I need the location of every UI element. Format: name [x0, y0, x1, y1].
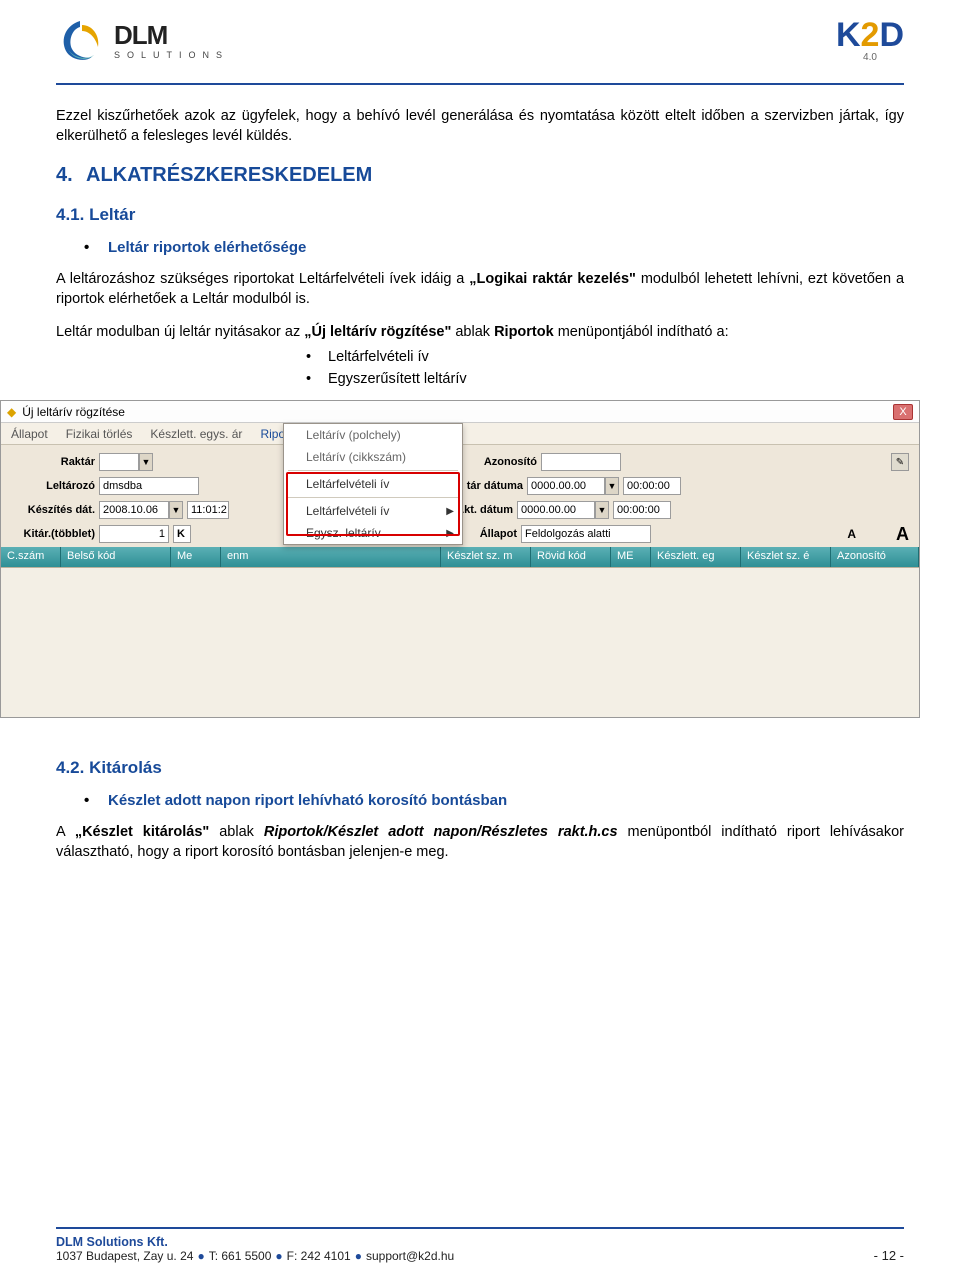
col-belso-kod[interactable]: Belső kód [61, 547, 171, 567]
menu-fizikai[interactable]: Fizikai törlés [66, 427, 133, 441]
dropdown-icon[interactable]: ▼ [595, 501, 609, 519]
app-screenshot: ◆ Új leltárív rögzítése X Állapot Fizika… [0, 400, 960, 718]
window-icon: ◆ [7, 405, 16, 419]
chevron-right-icon: ▶ [446, 528, 454, 539]
field-raktar[interactable] [99, 453, 139, 471]
page-number: - 12 - [874, 1248, 904, 1263]
inner-bullet-2: Egyszerűsített leltárív [56, 369, 904, 391]
label-leltarozo: Leltározó [11, 480, 99, 492]
grid-body [1, 567, 919, 717]
menu-item-leltarfelveteli-2[interactable]: Leltárfelvételi ív▶ [284, 500, 462, 522]
riportok-dropdown: Leltárív (polchely) Leltárív (cikkszám) … [283, 423, 463, 545]
label-keszites: Készítés dát. [11, 504, 99, 516]
col-keszlet-sz-m[interactable]: Készlet sz. m [441, 547, 531, 567]
field-azonosito[interactable] [541, 453, 621, 471]
dropdown-icon[interactable]: ▼ [605, 477, 619, 495]
page-footer: DLM Solutions Kft. 1037 Budapest, Zay u.… [56, 1227, 904, 1263]
menu-item-leltarfelveteli-1[interactable]: Leltárfelvételi ív [284, 473, 462, 495]
page-header: DLM SOLUTIONS K2D 4.0 [56, 18, 904, 85]
paragraph-intro: Ezzel kiszűrhetőek azok az ügyfelek, hog… [56, 107, 904, 146]
field-kitar-k[interactable]: K [173, 525, 191, 543]
dlm-logo: DLM SOLUTIONS [56, 19, 229, 63]
field-akt-datum-time[interactable]: 00:00:00 [613, 501, 671, 519]
grid-header: C.szám Belső kód Me enm Készlet sz. m Rö… [1, 547, 919, 567]
field-keszites-date[interactable]: 2008.10.06 [99, 501, 169, 519]
field-keszites-time[interactable]: 11:01:2 [187, 501, 229, 519]
paragraph-4-1a: A leltározáshoz szükséges riportokat Lel… [56, 270, 904, 309]
col-azonosito[interactable]: Azonosító [831, 547, 919, 567]
col-enm[interactable]: enm [221, 547, 441, 567]
menu-keszlett[interactable]: Készlett. egys. ár [150, 427, 242, 441]
label-azonosito: Azonosító [463, 456, 541, 468]
bullet-4-2: Készlet adott napon riport lehívható kor… [56, 792, 904, 809]
marker-a-small: A [847, 527, 856, 541]
k2d-logo: K2D 4.0 [836, 18, 904, 63]
footer-company: DLM Solutions Kft. [56, 1235, 454, 1249]
label-kitar: Kitár.(többlet) [11, 528, 99, 540]
window-title: Új leltárív rögzítése [22, 405, 125, 419]
field-akt-datum[interactable]: 0000.00.00 [517, 501, 595, 519]
field-allapot[interactable]: Feldolgozás alatti [521, 525, 651, 543]
col-rovid-kod[interactable]: Rövid kód [531, 547, 611, 567]
field-leltarozo[interactable]: dmsdba [99, 477, 199, 495]
dlm-subtext: SOLUTIONS [114, 50, 229, 60]
section-4-2-heading: 4.2. Kitárolás [56, 758, 904, 778]
menu-item-egysz[interactable]: Egysz. leltárív▶ [284, 522, 462, 544]
field-kitar[interactable]: 1 [99, 525, 169, 543]
menu-item-cikkszam[interactable]: Leltárív (cikkszám) [284, 446, 462, 468]
col-cszam[interactable]: C.szám [1, 547, 61, 567]
col-me2[interactable]: ME [611, 547, 651, 567]
dropdown-icon[interactable]: ▼ [139, 453, 153, 471]
label-raktar: Raktár [11, 456, 99, 468]
section-4-heading: 4.ALKATRÉSZKERESKEDELEM [56, 164, 904, 187]
edit-icon[interactable]: ✎ [891, 453, 909, 471]
paragraph-4-1b: Leltár modulban új leltár nyitásakor az … [56, 323, 904, 343]
col-keszlet-sz-e[interactable]: Készlet sz. é [741, 547, 831, 567]
footer-address: 1037 Budapest, Zay u. 24●T: 661 5500●F: … [56, 1249, 454, 1263]
chevron-right-icon: ▶ [446, 506, 454, 517]
col-keszlett-eg[interactable]: Készlett. eg [651, 547, 741, 567]
paragraph-4-2: A „Készlet kitárolás" ablak Riportok/Kés… [56, 823, 904, 862]
field-tar-datuma[interactable]: 0000.00.00 [527, 477, 605, 495]
k2d-glyph: K2D [836, 18, 904, 52]
col-me1[interactable]: Me [171, 547, 221, 567]
inner-bullet-1: Leltárfelvételi ív [56, 347, 904, 369]
close-icon[interactable]: X [893, 404, 913, 420]
menu-item-polchely[interactable]: Leltárív (polchely) [284, 424, 462, 446]
field-azonosito-time[interactable]: 00:00:00 [623, 477, 681, 495]
menu-allapot[interactable]: Állapot [11, 427, 48, 441]
bullet-4-1: Leltár riportok elérhetősége [56, 239, 904, 256]
marker-a-big: A [896, 524, 909, 545]
dlm-icon [56, 19, 104, 63]
section-4-1-heading: 4.1. Leltár [56, 205, 904, 225]
dlm-text: DLM [114, 22, 229, 48]
dropdown-icon[interactable]: ▼ [169, 501, 183, 519]
window-titlebar: ◆ Új leltárív rögzítése X [1, 401, 919, 423]
